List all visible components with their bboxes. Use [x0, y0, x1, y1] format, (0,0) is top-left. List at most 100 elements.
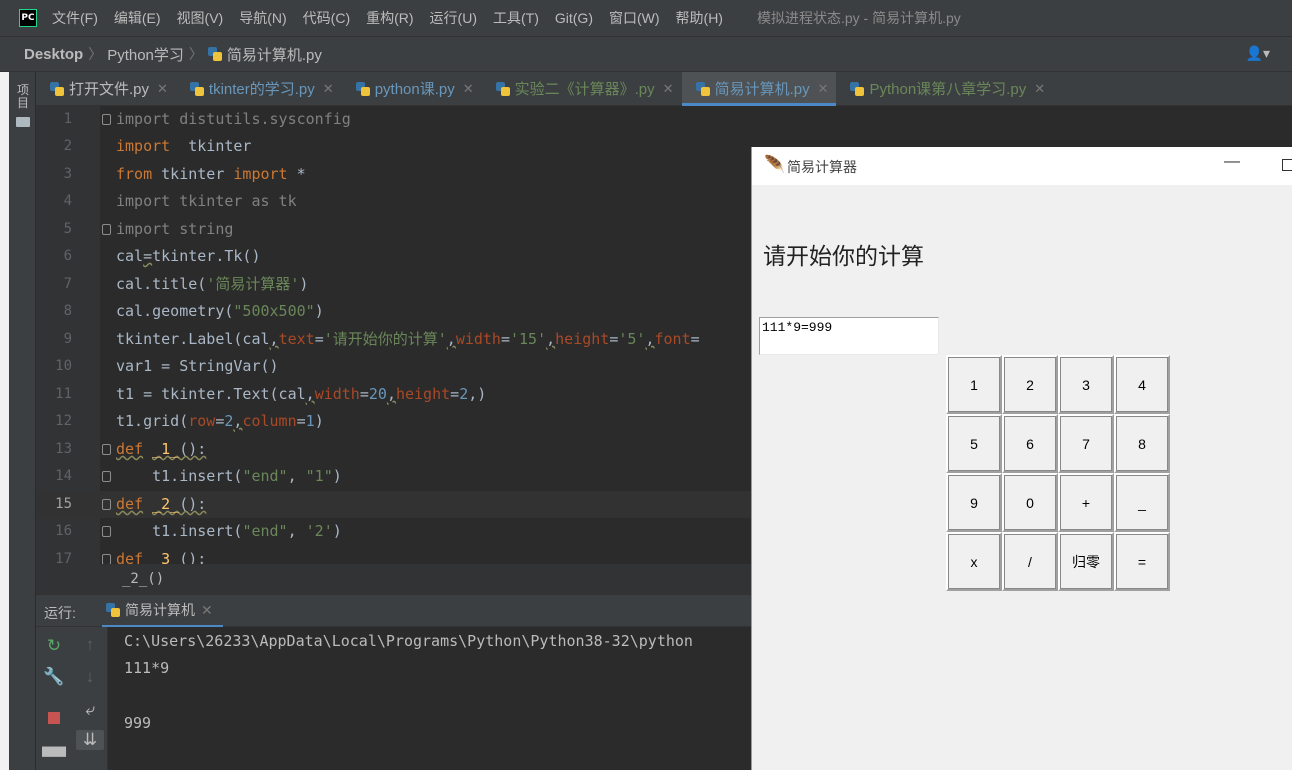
fold-icon[interactable]: [102, 471, 111, 482]
code-line: 6 cal=tkinter.Tk(): [36, 243, 751, 270]
code-line: 4 import tkinter as tk: [36, 188, 751, 215]
clear-button[interactable]: 归零: [1058, 532, 1114, 591]
minus-button[interactable]: _: [1114, 473, 1170, 532]
line-number: 6: [63, 248, 72, 264]
close-icon[interactable]: ✕: [1034, 81, 1045, 97]
equals-button[interactable]: =: [1114, 532, 1170, 591]
prompt-label: 请开始你的计算: [763, 244, 924, 269]
multiply-button[interactable]: x: [946, 532, 1002, 591]
tab-tkinter-study[interactable]: tkinter的学习.py ✕: [176, 72, 342, 106]
key-3-button[interactable]: 3: [1058, 355, 1114, 414]
soft-wrap-icon[interactable]: ⤶: [78, 700, 102, 720]
python-file-icon: [695, 81, 710, 96]
line-number: 10: [55, 358, 72, 374]
menu-run[interactable]: 运行(U): [430, 8, 477, 28]
line-number: 9: [63, 331, 72, 347]
close-icon[interactable]: ✕: [201, 602, 213, 619]
close-icon[interactable]: ✕: [818, 81, 829, 97]
line-number: 1: [63, 111, 72, 127]
project-tool-window-label[interactable]: 项目: [17, 84, 31, 110]
fold-icon[interactable]: [102, 114, 111, 125]
menu-refactor[interactable]: 重构(R): [366, 8, 413, 28]
code-line: 14 t1.insert("end", "1"): [36, 463, 751, 490]
code-editor[interactable]: 1 import distutils.sysconfig 2 import tkin…: [36, 106, 751, 564]
layout-icon[interactable]: ▀▀: [42, 747, 66, 767]
line-number: 3: [63, 166, 72, 182]
line-number: 12: [55, 413, 72, 429]
tab-python-chapter8[interactable]: Python课第八章学习.py ✕: [836, 72, 1053, 106]
arrow-down-icon[interactable]: ↓: [78, 667, 102, 687]
plus-button[interactable]: +: [1058, 473, 1114, 532]
tab-experiment-calculator[interactable]: 实验二《计算器》.py ✕: [482, 72, 682, 106]
tab-python-class[interactable]: python课.py ✕: [342, 72, 482, 106]
tab-label: tkinter的学习.py: [208, 81, 315, 98]
wrench-icon[interactable]: 🔧: [42, 667, 66, 687]
arrow-up-icon[interactable]: ↑: [78, 635, 102, 655]
window-title: 模拟进程状态.py - 简易计算机.py: [756, 10, 961, 26]
key-7-button[interactable]: 7: [1058, 414, 1114, 473]
run-toolbar-secondary: ↑ ↓ ⤶ ⇊: [72, 627, 108, 770]
menu-edit[interactable]: 编辑(E): [114, 8, 161, 28]
maximize-icon[interactable]: [1282, 159, 1292, 171]
calculator-title: 简易计算器: [787, 159, 857, 175]
line-number: 14: [55, 468, 72, 484]
editor-tabs: 打开文件.py ✕ tkinter的学习.py ✕ python课.py ✕ 实…: [36, 71, 1292, 106]
menu-code[interactable]: 代码(C): [303, 8, 350, 28]
close-icon[interactable]: ✕: [157, 81, 168, 97]
code-line: 16 t1.insert("end", '2'): [36, 518, 751, 545]
menu-file[interactable]: 文件(F): [52, 8, 98, 28]
fold-icon[interactable]: [102, 554, 111, 564]
menu-git[interactable]: Git(G): [555, 10, 593, 26]
key-9-button[interactable]: 9: [946, 473, 1002, 532]
close-icon[interactable]: ✕: [663, 81, 674, 97]
minimize-icon[interactable]: —: [1224, 153, 1240, 171]
line-number: 4: [63, 193, 72, 209]
calculator-titlebar[interactable]: 🪶 简易计算器 —: [752, 147, 1292, 185]
key-4-button[interactable]: 4: [1114, 355, 1170, 414]
function-breadcrumb[interactable]: _2_(): [122, 571, 164, 587]
scroll-to-end-icon[interactable]: ⇊: [76, 730, 104, 750]
key-1-button[interactable]: 1: [946, 355, 1002, 414]
tab-open-file[interactable]: 打开文件.py ✕: [36, 72, 176, 106]
key-0-button[interactable]: 0: [1002, 473, 1058, 532]
console-output[interactable]: C:\Users\26233\AppData\Local\Programs\Py…: [108, 627, 751, 770]
line-number: 7: [63, 276, 72, 292]
fold-icon[interactable]: [102, 526, 111, 537]
line-number: 11: [55, 386, 72, 402]
menu-help[interactable]: 帮助(H): [676, 8, 723, 28]
breadcrumb-python-study[interactable]: Python学习: [107, 44, 184, 65]
breadcrumb-desktop[interactable]: Desktop: [24, 46, 83, 63]
menu-view[interactable]: 视图(V): [177, 8, 224, 28]
python-file-icon: [189, 81, 204, 96]
fold-icon[interactable]: [102, 224, 111, 235]
code-line: 2 import tkinter: [36, 133, 751, 160]
run-tab[interactable]: 简易计算机 ✕: [102, 595, 223, 628]
folder-icon[interactable]: [16, 117, 30, 127]
fold-icon[interactable]: [102, 499, 111, 510]
tab-simple-calculator[interactable]: 简易计算机.py ✕: [681, 71, 837, 106]
fold-icon[interactable]: [102, 444, 111, 455]
user-icon[interactable]: 👤▾: [1246, 45, 1270, 62]
menu-tools[interactable]: 工具(T): [493, 8, 539, 28]
key-5-button[interactable]: 5: [946, 414, 1002, 473]
rerun-icon[interactable]: ↻: [42, 636, 66, 656]
console-line: 111*9: [124, 659, 170, 677]
tab-label: 实验二《计算器》.py: [514, 81, 655, 98]
key-6-button[interactable]: 6: [1002, 414, 1058, 473]
key-8-button[interactable]: 8: [1114, 414, 1170, 473]
menu-navigate[interactable]: 导航(N): [239, 8, 286, 28]
python-file-icon: [207, 47, 222, 61]
key-2-button[interactable]: 2: [1002, 355, 1058, 414]
result-text-field[interactable]: 111*9=999: [759, 317, 939, 355]
divide-button[interactable]: /: [1002, 532, 1058, 591]
code-line: 12 t1.grid(row=2,column=1): [36, 408, 751, 435]
close-icon[interactable]: ✕: [323, 81, 334, 97]
menu-window[interactable]: 窗口(W): [609, 8, 660, 28]
console-line: 999: [124, 714, 152, 732]
breadcrumb-file[interactable]: 简易计算机.py: [227, 44, 322, 65]
calculator-window: 🪶 简易计算器 — 请开始你的计算 111*9=999 1 2 3 4 5 6 …: [751, 147, 1292, 770]
close-icon[interactable]: ✕: [463, 81, 474, 97]
menu-bar: PC 文件(F) 编辑(E) 视图(V) 导航(N) 代码(C) 重构(R) 运…: [0, 0, 1292, 36]
stop-icon[interactable]: [48, 712, 60, 724]
line-number: 17: [55, 551, 72, 564]
